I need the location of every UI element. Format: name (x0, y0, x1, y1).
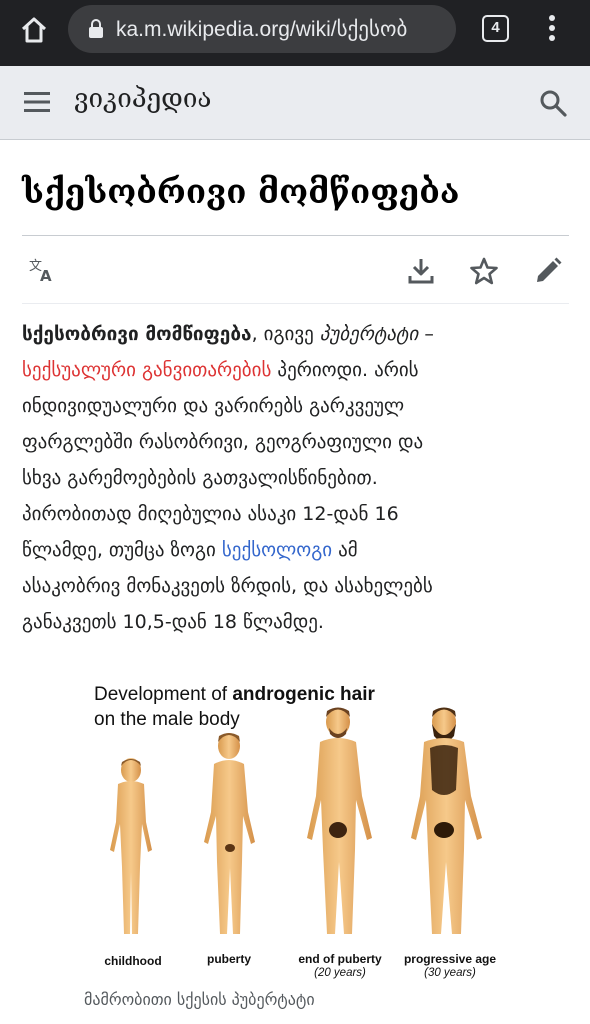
figure-end-of-puberty (307, 707, 372, 934)
text-segment: სხვა გარემოებების გათვალისწინებით. (22, 467, 378, 489)
paragraph-line: განაკვეთს 10,5-დან 18 წლამდე. (22, 604, 574, 640)
figure-title: Development of androgenic hair on the ma… (94, 682, 375, 732)
paragraph-line: ინდივიდუალური და ვარირებს გარკვეულ (22, 388, 574, 424)
figure-title-line2: on the male body (94, 709, 240, 730)
download-icon[interactable] (406, 256, 436, 286)
stage-label-puberty: puberty (206, 952, 251, 966)
text-segment: ასაკობრივ მონაკვეთს ზრდის, და ასახელებს (22, 575, 433, 597)
article-body: სქესობრივი მომწიფება, იგივე პუბერტატი – ს… (22, 316, 574, 640)
paragraph-line: პირობითად მიღებულია ასაკი 12-დან 16 (22, 496, 574, 532)
italic-term: პუბერტატი (319, 323, 419, 345)
paragraph-line: სქესობრივი მომწიფება, იგივე პუბერტატი – (22, 316, 574, 352)
figure-title-bold: androgenic hair (232, 684, 375, 705)
svg-text:A: A (40, 267, 52, 285)
star-icon[interactable] (469, 256, 499, 286)
wikipedia-header: ვიკიპედია (0, 66, 590, 140)
text-segment: – (418, 323, 434, 345)
stage-label-progressive-age: progressive age (403, 952, 497, 966)
paragraph-line: ფარგლებში რასობრივი, გეოგრაფიული და (22, 424, 574, 460)
paragraph-line: წლამდე, თუმცა ზოგი სექსოლოგი ამ (22, 532, 574, 568)
stage-sub-end-of-puberty: (20 years) (314, 967, 366, 979)
text-segment: წლამდე, თუმცა ზოგი (22, 539, 222, 561)
tab-switcher-icon[interactable]: 4 (482, 15, 509, 42)
browser-toolbar: ka.m.wikipedia.org/wiki/სქესობ 4 (0, 0, 590, 66)
text-segment: ინდივიდუალური და ვარირებს გარკვეულ (22, 395, 405, 417)
article-link[interactable]: სექსოლოგი (222, 539, 332, 561)
text-segment: ამ (332, 539, 358, 561)
page-title: სქესობრივი მომწიფება (22, 172, 460, 211)
figure[interactable]: Development of androgenic hair on the ma… (80, 672, 520, 992)
text-segment: , იგივე (251, 323, 320, 345)
bold-term: სქესობრივი მომწიფება (22, 323, 252, 345)
text-segment: პერიოდი. არის (271, 359, 419, 381)
figure-progressive-age (411, 707, 482, 934)
title-divider (22, 235, 569, 236)
text-segment: განაკვეთს 10,5-დან 18 წლამდე. (22, 611, 324, 633)
figure-childhood (110, 758, 152, 934)
paragraph-line: სექსუალური განვითარების პერიოდი. არის (22, 352, 574, 388)
lock-icon (89, 19, 103, 38)
paragraph-line: ასაკობრივ მონაკვეთს ზრდის, და ასახელებს (22, 568, 574, 604)
text-segment: პირობითად მიღებულია ასაკი 12-დან 16 (22, 503, 399, 525)
search-icon[interactable] (538, 88, 568, 118)
stage-label-childhood: childhood (104, 954, 162, 968)
actions-divider (22, 303, 569, 304)
figure-caption: მამრობითი სქესის პუბერტატი (84, 990, 315, 1009)
home-icon[interactable] (18, 14, 50, 46)
stage-sub-progressive-age: (30 years) (424, 967, 476, 979)
red-link[interactable]: სექსუალური განვითარების (22, 359, 271, 381)
pencil-icon[interactable] (533, 256, 563, 286)
address-bar[interactable]: ka.m.wikipedia.org/wiki/სქესობ (68, 5, 456, 53)
url-text: ka.m.wikipedia.org/wiki/სქესობ (116, 18, 408, 41)
stage-label-end-of-puberty: end of puberty (298, 952, 382, 966)
wikipedia-wordmark[interactable]: ვიკიპედია (74, 84, 211, 114)
hamburger-menu-icon[interactable] (24, 90, 52, 114)
figure-title-prefix: Development of (94, 684, 233, 705)
text-segment: ფარგლებში რასობრივი, გეოგრაფიული და (22, 431, 424, 453)
paragraph-line: სხვა გარემოებების გათვალისწინებით. (22, 460, 574, 496)
figure-puberty (204, 733, 255, 934)
more-vert-icon[interactable] (540, 12, 564, 44)
translate-icon[interactable]: 文 A (28, 256, 58, 286)
